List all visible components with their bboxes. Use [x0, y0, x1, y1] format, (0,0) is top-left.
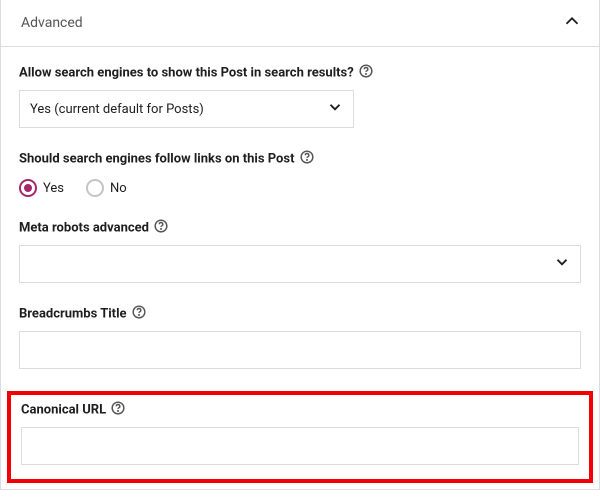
- help-icon[interactable]: [132, 305, 146, 323]
- meta-robots-select-wrapper: [19, 245, 581, 283]
- meta-robots-select[interactable]: [19, 245, 581, 283]
- canonical-highlight: Canonical URL: [7, 391, 593, 483]
- radio-unchecked-icon: [86, 179, 104, 197]
- help-icon[interactable]: [359, 64, 373, 82]
- canonical-input[interactable]: [21, 427, 579, 465]
- follow-links-no[interactable]: No: [86, 179, 127, 197]
- follow-links-yes[interactable]: Yes: [19, 179, 64, 197]
- allow-search-field: Allow search engines to show this Post i…: [19, 64, 581, 128]
- panel-body: Allow search engines to show this Post i…: [1, 47, 599, 489]
- help-icon[interactable]: [154, 219, 168, 237]
- follow-links-label: Should search engines follow links on th…: [19, 150, 581, 168]
- meta-robots-label: Meta robots advanced: [19, 219, 581, 237]
- help-icon[interactable]: [300, 150, 314, 168]
- chevron-up-icon: [561, 10, 583, 36]
- allow-search-select[interactable]: Yes (current default for Posts): [19, 90, 354, 128]
- allow-search-label: Allow search engines to show this Post i…: [19, 64, 581, 82]
- breadcrumbs-label: Breadcrumbs Title: [19, 305, 581, 323]
- canonical-label: Canonical URL: [21, 401, 579, 419]
- advanced-panel: Advanced Allow search engines to show th…: [0, 0, 600, 490]
- panel-header[interactable]: Advanced: [1, 0, 599, 47]
- follow-links-radio-group: Yes No: [19, 176, 581, 197]
- radio-checked-icon: [19, 179, 37, 197]
- breadcrumbs-input[interactable]: [19, 331, 581, 369]
- canonical-field: Canonical URL: [21, 401, 579, 465]
- panel-title: Advanced: [21, 15, 83, 31]
- follow-links-field: Should search engines follow links on th…: [19, 150, 581, 197]
- allow-search-select-wrapper: Yes (current default for Posts): [19, 90, 354, 128]
- help-icon[interactable]: [111, 401, 125, 419]
- meta-robots-field: Meta robots advanced: [19, 219, 581, 283]
- breadcrumbs-field: Breadcrumbs Title: [19, 305, 581, 369]
